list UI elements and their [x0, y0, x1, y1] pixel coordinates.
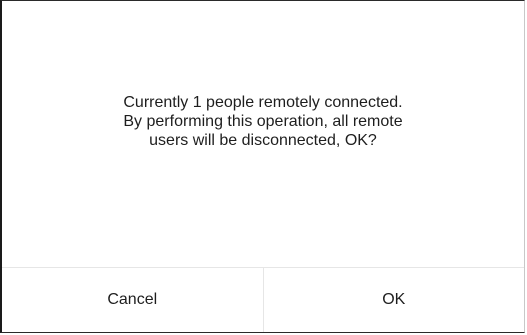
- message-line-2: By performing this operation, all remote: [123, 113, 403, 130]
- dialog-button-bar: Cancel OK: [2, 267, 524, 332]
- message-line-3: users will be disconnected, OK?: [149, 132, 377, 149]
- ok-button[interactable]: OK: [263, 268, 524, 332]
- confirm-dialog: Currently 1 people remotely connected. B…: [0, 0, 525, 333]
- cancel-button[interactable]: Cancel: [2, 268, 264, 332]
- dialog-message: Currently 1 people remotely connected. B…: [2, 93, 524, 150]
- message-line-1: Currently 1 people remotely connected.: [123, 94, 403, 111]
